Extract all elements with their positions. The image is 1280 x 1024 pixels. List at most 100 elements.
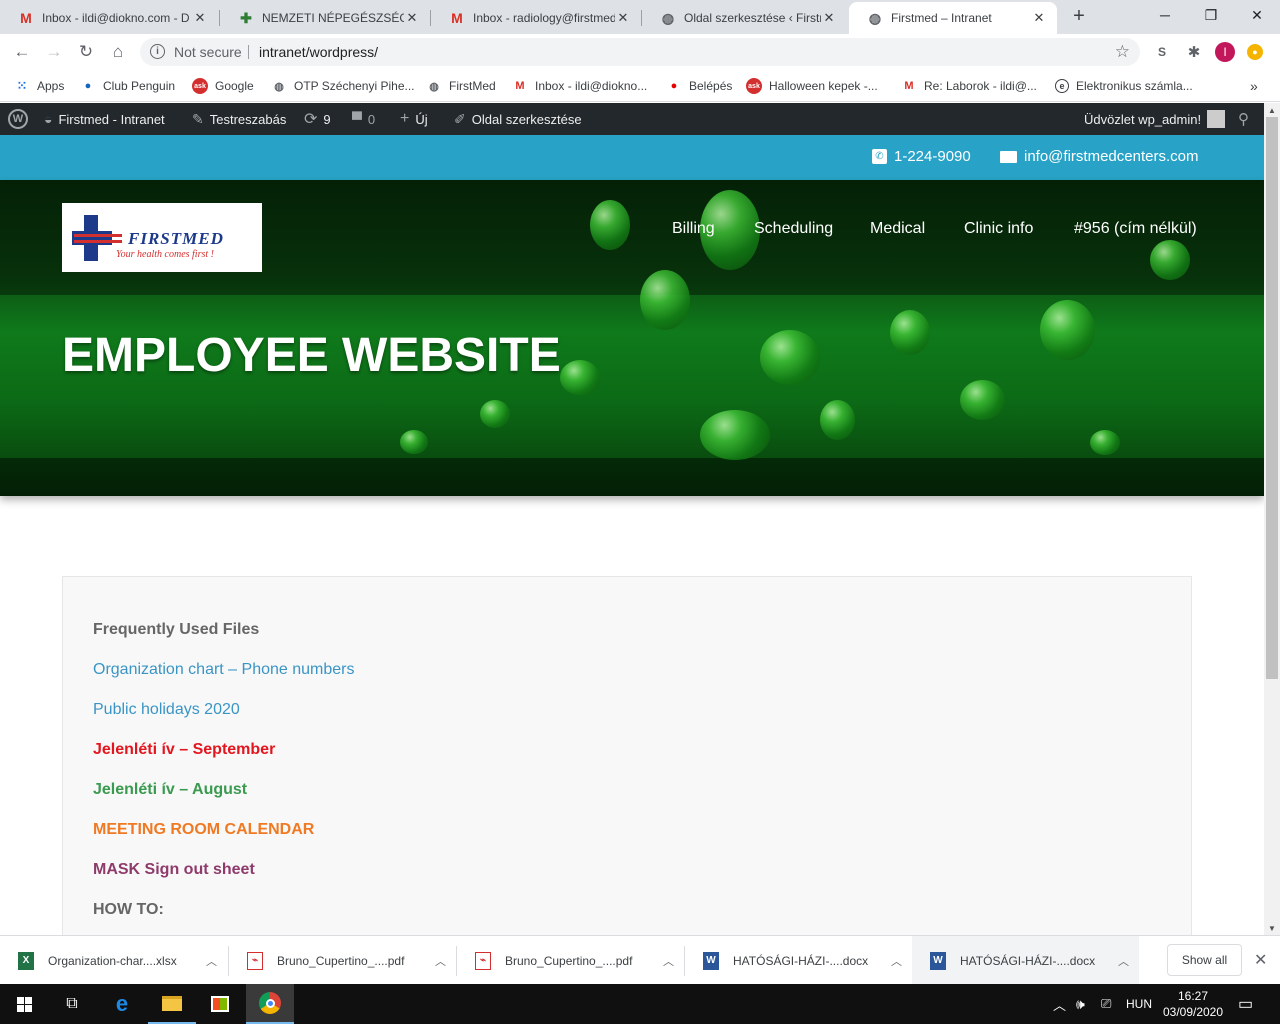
nav-clinic-info[interactable]: Clinic info xyxy=(964,220,1033,238)
wp-site-name[interactable]: ◒ Firstmed - Intranet xyxy=(44,103,165,135)
extension-s-icon[interactable]: S xyxy=(1152,42,1172,62)
file-explorer-icon[interactable] xyxy=(148,984,196,1024)
language-indicator[interactable]: HUN xyxy=(1126,984,1152,1024)
chevron-up-icon[interactable]: ︿ xyxy=(663,953,674,969)
extensions-puzzle-icon[interactable]: ✱ xyxy=(1184,42,1204,62)
tab-edit-page[interactable]: ◍ Oldal szerkesztése ‹ Firstme ✕ xyxy=(642,2,847,34)
page-scrollbar[interactable]: ▲ ▼ xyxy=(1264,103,1280,935)
scrollbar-thumb[interactable] xyxy=(1266,117,1278,679)
gmail-icon: M xyxy=(20,10,32,26)
chevron-up-icon[interactable]: ︿ xyxy=(435,953,446,969)
bookmark-label: Halloween kepek -... xyxy=(769,79,878,93)
tray-chevron-icon[interactable]: ︿ xyxy=(1053,984,1066,1024)
bookmark-firstmed[interactable]: ◍ FirstMed xyxy=(426,76,495,96)
scroll-down-arrow-icon[interactable]: ▼ xyxy=(1264,921,1280,935)
download-item[interactable]: X Organization-char....xlsx ︿ xyxy=(0,936,227,985)
tab-title: Inbox - ildi@diokno.com - D xyxy=(42,11,190,25)
download-item[interactable]: W HATÓSÁGI-HÁZI-....docx ︿ xyxy=(685,936,912,985)
wp-new[interactable]: + Új xyxy=(400,103,428,135)
chevron-up-icon[interactable]: ︿ xyxy=(1118,953,1129,969)
link-meeting-room-calendar[interactable]: MEETING ROOM CALENDAR xyxy=(93,821,314,839)
wp-customize[interactable]: ✎ Testreszabás xyxy=(192,103,286,135)
pencil-icon: ✐ xyxy=(454,110,466,127)
extension-coin-icon[interactable]: ● xyxy=(1247,44,1263,60)
bookmark-otp[interactable]: ◍ OTP Széchenyi Pihe... xyxy=(271,76,414,96)
close-icon[interactable]: ✕ xyxy=(615,10,631,26)
bookmark-star-icon[interactable]: ☆ xyxy=(1115,42,1130,62)
close-icon[interactable]: ✕ xyxy=(821,10,837,26)
wp-edit-page[interactable]: ✐ Oldal szerkesztése xyxy=(454,103,582,135)
browser-toolbar: ← → ↻ ⌂ i Not secure intranet/wordpress/… xyxy=(0,34,1280,70)
chevron-up-icon[interactable]: ︿ xyxy=(891,953,902,969)
minimize-button[interactable]: ─ xyxy=(1142,0,1188,30)
nav-medical[interactable]: Medical xyxy=(870,220,925,238)
chevron-up-icon[interactable]: ︿ xyxy=(206,953,217,969)
info-icon[interactable]: i xyxy=(150,44,165,59)
link-org-chart[interactable]: Organization chart – Phone numbers xyxy=(93,661,354,679)
phone-icon: ✆ xyxy=(872,149,887,164)
bookmark-apps[interactable]: ⁙ Apps xyxy=(14,76,65,96)
download-item[interactable]: ⌁ Bruno_Cupertino_....pdf ︿ xyxy=(229,936,456,985)
scroll-up-arrow-icon[interactable]: ▲ xyxy=(1264,103,1280,117)
address-bar[interactable]: i Not secure intranet/wordpress/ ☆ xyxy=(140,38,1140,66)
firstmed-logo[interactable]: FIRSTMED Your health comes first ! xyxy=(62,203,262,272)
wp-updates[interactable]: ⟳ 9 xyxy=(304,103,331,135)
task-view-icon[interactable]: ⧉ xyxy=(48,984,96,1024)
link-mask-sign-out[interactable]: MASK Sign out sheet xyxy=(93,861,255,879)
restore-button[interactable]: ❐ xyxy=(1188,0,1234,30)
edit-page-label: Oldal szerkesztése xyxy=(471,111,582,127)
email-contact[interactable]: info@firstmedcenters.com xyxy=(1000,148,1198,165)
bookmark-club-penguin[interactable]: ● Club Penguin xyxy=(80,76,175,96)
nav-scheduling[interactable]: Scheduling xyxy=(754,220,833,238)
close-icon[interactable]: ✕ xyxy=(404,10,420,26)
wp-comments[interactable]: ▀ 0 xyxy=(352,103,375,135)
link-jeleneti-september[interactable]: Jelenléti ív – September xyxy=(93,741,275,759)
phone-number: 1-224-9090 xyxy=(894,148,971,165)
reload-button[interactable]: ↻ xyxy=(74,40,98,64)
tab-nnk[interactable]: ✚ NEMZETI NÉPEGÉSZSÉGÜGYI ✕ xyxy=(220,2,430,34)
bookmark-google[interactable]: ask Google xyxy=(192,76,254,96)
network-icon[interactable]: ⎚ xyxy=(1101,984,1111,1024)
home-button[interactable]: ⌂ xyxy=(106,40,130,64)
link-jeleneti-august[interactable]: Jelenléti ív – August xyxy=(93,781,247,799)
close-icon[interactable]: ✕ xyxy=(1254,950,1267,970)
show-all-button[interactable]: Show all xyxy=(1167,944,1242,976)
phone-contact[interactable]: ✆ 1-224-9090 xyxy=(872,148,971,165)
forward-button[interactable]: → xyxy=(42,40,66,64)
tab-gmail-ildi[interactable]: M Inbox - ildi@diokno.com - D ✕ xyxy=(0,2,218,34)
link-public-holidays[interactable]: Public holidays 2020 xyxy=(93,701,240,719)
new-tab-button[interactable]: + xyxy=(1068,5,1090,29)
nav-untitled-956[interactable]: #956 (cím nélkül) xyxy=(1074,220,1197,238)
nav-billing[interactable]: Billing xyxy=(672,220,715,238)
bookmark-belepes[interactable]: ● Belépés xyxy=(666,76,733,96)
bookmark-inbox-ildi[interactable]: M Inbox - ildi@diokno... xyxy=(512,76,647,96)
chrome-icon[interactable] xyxy=(246,984,294,1024)
store-icon[interactable] xyxy=(196,984,244,1024)
more-bookmarks-chevron-icon[interactable]: » xyxy=(1250,76,1258,96)
bookmark-halloween[interactable]: ask Halloween kepek -... xyxy=(746,76,878,96)
download-item[interactable]: ⌁ Bruno_Cupertino_....pdf ︿ xyxy=(457,936,684,985)
profile-avatar[interactable]: I xyxy=(1215,42,1235,62)
close-icon[interactable]: ✕ xyxy=(192,10,208,26)
wordpress-logo-icon[interactable]: W xyxy=(8,103,28,135)
bookmark-laborok[interactable]: M Re: Laborok - ildi@... xyxy=(901,76,1037,96)
water-drop xyxy=(590,200,630,250)
tab-gmail-radiology[interactable]: M Inbox - radiology@firstmed ✕ xyxy=(431,2,641,34)
clock[interactable]: 16:27 03/09/2020 xyxy=(1163,984,1223,1024)
window-close-button[interactable]: ✕ xyxy=(1234,0,1280,30)
volume-icon[interactable]: 🕪 xyxy=(1076,984,1085,1024)
close-icon[interactable]: ✕ xyxy=(1031,10,1047,26)
tab-intranet-active[interactable]: ◍ Firstmed – Intranet ✕ xyxy=(849,2,1057,34)
notifications-icon[interactable]: ▭ xyxy=(1238,984,1253,1024)
windows-start-icon[interactable] xyxy=(0,984,48,1024)
bookmark-elektronikus[interactable]: e Elektronikus számla... xyxy=(1055,76,1193,96)
comments-count: 0 xyxy=(367,111,376,127)
edge-browser-icon[interactable]: e xyxy=(98,984,146,1024)
download-item-active[interactable]: W HATÓSÁGI-HÁZI-....docx ︿ xyxy=(912,936,1139,985)
water-drop xyxy=(820,400,855,440)
url-text[interactable]: intranet/wordpress/ xyxy=(259,44,378,60)
back-button[interactable]: ← xyxy=(10,40,34,64)
search-icon[interactable]: ⚲ xyxy=(1238,103,1249,135)
wp-user-greeting[interactable]: Üdvözlet wp_admin! xyxy=(1084,103,1226,135)
updates-count: 9 xyxy=(323,111,331,127)
